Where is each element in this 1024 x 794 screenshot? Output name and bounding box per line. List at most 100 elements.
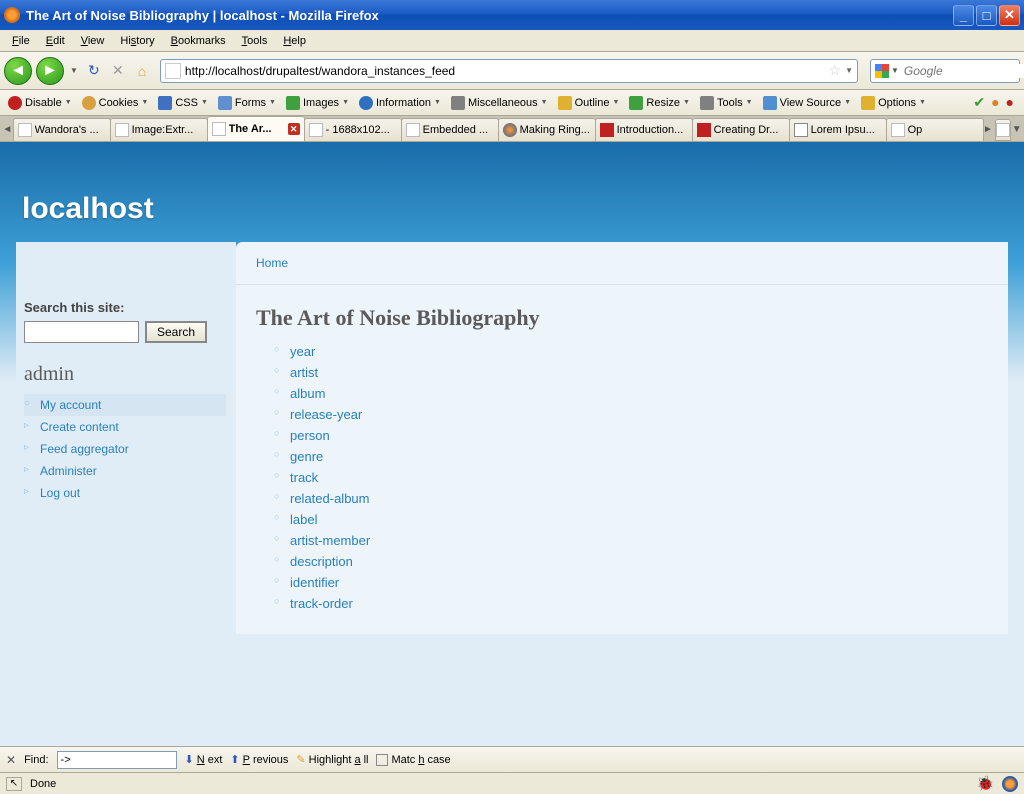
options-icon bbox=[861, 96, 875, 110]
content-link[interactable]: related-album bbox=[290, 491, 370, 506]
admin-menu-item[interactable]: Create content bbox=[24, 416, 226, 438]
browser-search-bar[interactable]: ▼ 🔍 bbox=[870, 59, 1020, 83]
content-link[interactable]: identifier bbox=[290, 575, 339, 590]
browser-tab[interactable]: Creating Dr... bbox=[692, 118, 790, 141]
devtool-images[interactable]: Images▼ bbox=[282, 94, 353, 112]
find-highlight-button[interactable]: ✎Highlight all bbox=[296, 753, 368, 766]
admin-menu-item[interactable]: Administer bbox=[24, 460, 226, 482]
stop-button[interactable]: ✕ bbox=[108, 61, 128, 81]
admin-menu-link[interactable]: Administer bbox=[40, 464, 97, 478]
firefox-status-icon[interactable] bbox=[1002, 776, 1018, 792]
browser-tab[interactable]: The Ar...✕ bbox=[207, 116, 305, 141]
devtool-tools[interactable]: Tools▼ bbox=[696, 94, 757, 112]
admin-menu-link[interactable]: My account bbox=[40, 398, 101, 412]
admin-menu-link[interactable]: Create content bbox=[40, 420, 119, 434]
window-title: The Art of Noise Bibliography | localhos… bbox=[26, 8, 953, 23]
site-search-input[interactable] bbox=[24, 321, 139, 343]
content-link[interactable]: description bbox=[290, 554, 353, 569]
page-title: The Art of Noise Bibliography bbox=[256, 305, 988, 331]
menu-tools[interactable]: Tools bbox=[234, 33, 276, 49]
browser-tab[interactable]: Making Ring... bbox=[498, 118, 596, 141]
bookmark-star-icon[interactable]: ☆ bbox=[829, 62, 842, 79]
site-search-button[interactable]: Search bbox=[145, 321, 207, 343]
devtool-information[interactable]: Information▼ bbox=[355, 94, 445, 112]
devtool-view source[interactable]: View Source▼ bbox=[759, 94, 856, 112]
browser-tab[interactable]: Embedded ... bbox=[401, 118, 499, 141]
content-link[interactable]: album bbox=[290, 386, 325, 401]
admin-menu-item[interactable]: Feed aggregator bbox=[24, 438, 226, 460]
menu-history[interactable]: History bbox=[112, 33, 162, 49]
browser-tab[interactable]: Op bbox=[886, 118, 984, 141]
content-viewport[interactable]: localhost Search this site: Search admin… bbox=[0, 142, 1024, 746]
browser-tab[interactable]: Introduction... bbox=[595, 118, 693, 141]
google-icon[interactable] bbox=[875, 63, 889, 79]
content-link[interactable]: person bbox=[290, 428, 330, 443]
nav-history-dropdown[interactable]: ▼ bbox=[68, 66, 80, 75]
tab-scroll-left[interactable]: ◄ bbox=[2, 117, 13, 141]
menu-bookmarks[interactable]: Bookmarks bbox=[163, 33, 234, 49]
tab-scroll-right[interactable]: ► bbox=[983, 117, 994, 141]
content-link[interactable]: track bbox=[290, 470, 318, 485]
minimize-button[interactable]: _ bbox=[953, 5, 974, 26]
admin-menu-item[interactable]: My account bbox=[24, 394, 226, 416]
devtool-cookies[interactable]: Cookies▼ bbox=[78, 94, 153, 112]
devtool-options[interactable]: Options▼ bbox=[857, 94, 930, 112]
find-next-button[interactable]: ⬇Next bbox=[185, 753, 223, 766]
firebug-icon[interactable]: 🐞 bbox=[977, 775, 994, 792]
content-link[interactable]: artist bbox=[290, 365, 318, 380]
site-name[interactable]: localhost bbox=[22, 192, 1024, 226]
checkbox-icon[interactable] bbox=[376, 754, 388, 766]
browser-tab[interactable]: - 1688x102... bbox=[304, 118, 402, 141]
content-link[interactable]: track-order bbox=[290, 596, 353, 611]
devtool-forms[interactable]: Forms▼ bbox=[214, 94, 280, 112]
forward-button[interactable]: ► bbox=[36, 57, 64, 85]
browser-tab[interactable]: Image:Extr... bbox=[110, 118, 208, 141]
url-dropdown-icon[interactable]: ▼ bbox=[845, 66, 853, 75]
firefox-icon bbox=[4, 7, 20, 23]
content-link[interactable]: label bbox=[290, 512, 317, 527]
validate-warn-icon[interactable]: ● bbox=[991, 94, 999, 111]
menu-edit[interactable]: Edit bbox=[38, 33, 73, 49]
back-button[interactable]: ◄ bbox=[4, 57, 32, 85]
tab-close-icon[interactable]: ✕ bbox=[288, 123, 300, 135]
all-tabs-dropdown[interactable]: ▼ bbox=[1011, 117, 1022, 141]
browser-tab[interactable]: Lorem Ipsu... bbox=[789, 118, 887, 141]
menu-help[interactable]: Help bbox=[275, 33, 314, 49]
search-label: Search this site: bbox=[24, 300, 226, 315]
menu-view[interactable]: View bbox=[73, 33, 113, 49]
menu-file[interactable]: File bbox=[4, 33, 38, 49]
browser-search-input[interactable] bbox=[904, 64, 1024, 78]
devtool-css[interactable]: CSS▼ bbox=[154, 94, 212, 112]
find-close-icon[interactable]: ✕ bbox=[6, 753, 16, 767]
home-button[interactable]: ⌂ bbox=[132, 61, 152, 81]
devtool-miscellaneous[interactable]: Miscellaneous▼ bbox=[447, 94, 552, 112]
admin-menu-item[interactable]: Log out bbox=[24, 482, 226, 504]
status-text: Done bbox=[30, 778, 56, 790]
validate-ok-icon[interactable]: ✔ bbox=[973, 94, 985, 111]
dropdown-icon: ▼ bbox=[269, 99, 276, 106]
content-link[interactable]: genre bbox=[290, 449, 323, 464]
page-icon bbox=[996, 123, 1010, 137]
content-link[interactable]: artist-member bbox=[290, 533, 370, 548]
url-text[interactable]: http://localhost/drupaltest/wandora_inst… bbox=[185, 64, 825, 78]
admin-menu-link[interactable]: Log out bbox=[40, 486, 80, 500]
devtool-resize[interactable]: Resize▼ bbox=[625, 94, 694, 112]
url-bar[interactable]: http://localhost/drupaltest/wandora_inst… bbox=[160, 59, 858, 83]
devtool-disable[interactable]: Disable▼ bbox=[4, 94, 76, 112]
status-toggle-icon[interactable]: ↖ bbox=[6, 777, 22, 791]
browser-tab[interactable]: Wandora's ... bbox=[13, 118, 111, 141]
find-input[interactable] bbox=[57, 751, 177, 769]
close-button[interactable]: ✕ bbox=[999, 5, 1020, 26]
reload-button[interactable]: ↻ bbox=[84, 61, 104, 81]
content-link[interactable]: release-year bbox=[290, 407, 362, 422]
maximize-button[interactable]: □ bbox=[976, 5, 997, 26]
new-tab-button[interactable] bbox=[995, 119, 1011, 141]
admin-menu-link[interactable]: Feed aggregator bbox=[40, 442, 129, 456]
content-link[interactable]: year bbox=[290, 344, 315, 359]
devtool-outline[interactable]: Outline▼ bbox=[554, 94, 624, 112]
find-match-case[interactable]: Match case bbox=[376, 754, 450, 766]
validate-error-icon[interactable]: ● bbox=[1006, 94, 1014, 111]
breadcrumb-home[interactable]: Home bbox=[256, 256, 288, 270]
search-engine-dropdown[interactable]: ▼ bbox=[889, 66, 901, 75]
find-previous-button[interactable]: ⬆Previous bbox=[230, 753, 288, 766]
